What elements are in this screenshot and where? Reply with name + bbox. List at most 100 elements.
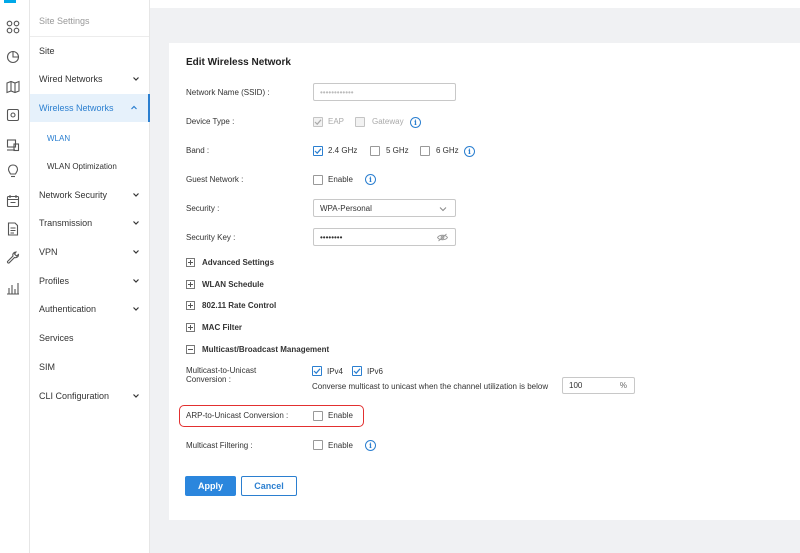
sidebar-item-wlan[interactable]: WLAN xyxy=(30,124,150,152)
checkmark-icon xyxy=(314,148,322,155)
schedule-icon[interactable] xyxy=(6,194,20,208)
guest-network-info-icon[interactable]: i xyxy=(365,174,376,185)
sidebar-item-label: Network Security xyxy=(39,190,108,200)
security-key-input[interactable]: •••••••• xyxy=(313,228,456,246)
ipv6-label: IPv6 xyxy=(367,367,384,376)
sidebar-item-wlan-optimization[interactable]: WLAN Optimization xyxy=(30,152,150,180)
chevron-down-icon xyxy=(133,250,139,254)
sidebar-item-label: VPN xyxy=(39,247,58,257)
sidebar-item-site[interactable]: Site xyxy=(30,37,150,65)
sidebar-item-label: Wired Networks xyxy=(39,74,103,84)
guest-network-checkbox[interactable] xyxy=(313,175,323,185)
chevron-up-icon xyxy=(131,105,137,110)
sidebar-item-services[interactable]: Services xyxy=(30,324,150,352)
security-select[interactable]: WPA-Personal xyxy=(313,199,456,217)
brand-accent-bar xyxy=(4,0,16,3)
guest-network-enable-label: Enable xyxy=(328,175,353,184)
sidebar-item-label: Profiles xyxy=(39,276,70,286)
security-select-value: WPA-Personal xyxy=(320,203,372,213)
sidebar-item-authentication[interactable]: Authentication xyxy=(30,295,150,323)
edit-wireless-network-panel: Edit Wireless Network Network Name (SSID… xyxy=(169,43,800,520)
page-title: Edit Wireless Network xyxy=(186,57,291,68)
sidebar-title: Site Settings xyxy=(39,16,90,26)
band-24-checkbox[interactable] xyxy=(313,146,323,156)
sidebar-item-label: Services xyxy=(39,333,74,343)
device-type-info-icon[interactable]: i xyxy=(410,117,421,128)
ssid-input[interactable]: •••••••••••• xyxy=(313,83,456,101)
gateway-label: Gateway xyxy=(372,117,404,126)
top-band xyxy=(150,0,800,8)
chevron-down-icon xyxy=(133,307,139,311)
channel-utilization-value: 100 xyxy=(569,381,583,390)
security-key-label: Security Key : xyxy=(186,233,236,242)
arp-checkbox[interactable] xyxy=(313,411,323,421)
sidebar-item-label: SIM xyxy=(39,362,56,372)
sidebar-item-wired-networks[interactable]: Wired Networks xyxy=(30,65,150,93)
icon-rail xyxy=(0,0,30,553)
settings-sidebar: Site Settings Site Wired Networks Wirele… xyxy=(30,0,150,553)
arp-label: ARP-to-Unicast Conversion : xyxy=(186,411,289,420)
expand-schedule-icon[interactable] xyxy=(186,280,195,289)
sidebar-item-vpn[interactable]: VPN xyxy=(30,238,150,266)
band-6-checkbox[interactable] xyxy=(420,146,430,156)
device-type-label: Device Type : xyxy=(186,117,235,126)
eap-checkbox xyxy=(313,117,323,127)
multicast-management-toggle[interactable]: Multicast/Broadcast Management xyxy=(202,345,329,354)
collapse-multicast-icon[interactable] xyxy=(186,345,195,354)
multicast-filtering-info-icon[interactable]: i xyxy=(365,440,376,451)
sidebar-item-label: Wireless Networks xyxy=(39,103,114,113)
sidebar-item-label: Site xyxy=(39,46,55,56)
m2u-label: Multicast-to-Unicast Conversion : xyxy=(186,366,257,384)
band-24-label: 2.4 GHz xyxy=(328,146,358,155)
apply-button[interactable]: Apply xyxy=(185,476,236,496)
converse-description: Converse multicast to unicast when the c… xyxy=(312,382,549,391)
sidebar-item-network-security[interactable]: Network Security xyxy=(30,181,150,209)
multicast-filtering-checkbox[interactable] xyxy=(313,440,323,450)
rate-control-toggle[interactable]: 802.11 Rate Control xyxy=(202,301,276,310)
mac-filter-toggle[interactable]: MAC Filter xyxy=(202,323,242,332)
eye-hidden-icon[interactable] xyxy=(437,233,448,242)
reports-icon[interactable] xyxy=(6,281,20,295)
ipv4-checkbox[interactable] xyxy=(312,366,322,376)
sidebar-item-label: Transmission xyxy=(39,218,93,228)
wlan-schedule-toggle[interactable]: WLAN Schedule xyxy=(202,280,264,289)
logs-icon[interactable] xyxy=(6,222,20,236)
ssid-label: Network Name (SSID) : xyxy=(186,88,270,97)
checkmark-icon xyxy=(314,119,322,126)
sidebar-item-label: WLAN Optimization xyxy=(47,161,117,171)
expand-advanced-icon[interactable] xyxy=(186,258,195,267)
band-5-checkbox[interactable] xyxy=(370,146,380,156)
clients-icon[interactable] xyxy=(6,138,20,152)
arp-enable-label: Enable xyxy=(328,411,353,420)
chevron-down-icon xyxy=(133,193,139,197)
map-icon[interactable] xyxy=(6,80,20,94)
cancel-button[interactable]: Cancel xyxy=(241,476,297,496)
checkmark-icon xyxy=(313,368,321,375)
multicast-filtering-label: Multicast Filtering : xyxy=(186,441,253,450)
devices-icon[interactable] xyxy=(6,108,20,122)
expand-rate-control-icon[interactable] xyxy=(186,301,195,310)
sidebar-item-profiles[interactable]: Profiles xyxy=(30,267,150,295)
band-info-icon[interactable]: i xyxy=(464,146,475,157)
insight-icon[interactable] xyxy=(6,164,20,178)
sidebar-item-cli-configuration[interactable]: CLI Configuration xyxy=(30,382,150,410)
sidebar-item-wireless-networks[interactable]: Wireless Networks xyxy=(30,94,150,122)
guest-network-label: Guest Network : xyxy=(186,175,244,184)
tools-icon[interactable] xyxy=(6,251,20,265)
sidebar-item-label: WLAN xyxy=(47,133,71,143)
channel-utilization-input[interactable]: 100 % xyxy=(562,377,635,394)
statistics-icon[interactable] xyxy=(6,50,20,64)
sidebar-item-sim[interactable]: SIM xyxy=(30,353,150,381)
expand-mac-filter-icon[interactable] xyxy=(186,323,195,332)
ipv6-checkbox[interactable] xyxy=(352,366,362,376)
sidebar-item-transmission[interactable]: Transmission xyxy=(30,209,150,237)
dashboard-icon[interactable] xyxy=(6,20,20,34)
chevron-down-icon xyxy=(439,207,447,212)
band-label: Band : xyxy=(186,146,210,155)
band-5-label: 5 GHz xyxy=(386,146,409,155)
checkmark-icon xyxy=(353,368,361,375)
security-key-value: •••••••• xyxy=(320,232,343,242)
advanced-settings-toggle[interactable]: Advanced Settings xyxy=(202,258,274,267)
percent-unit: % xyxy=(619,381,627,390)
chevron-down-icon xyxy=(133,77,139,81)
